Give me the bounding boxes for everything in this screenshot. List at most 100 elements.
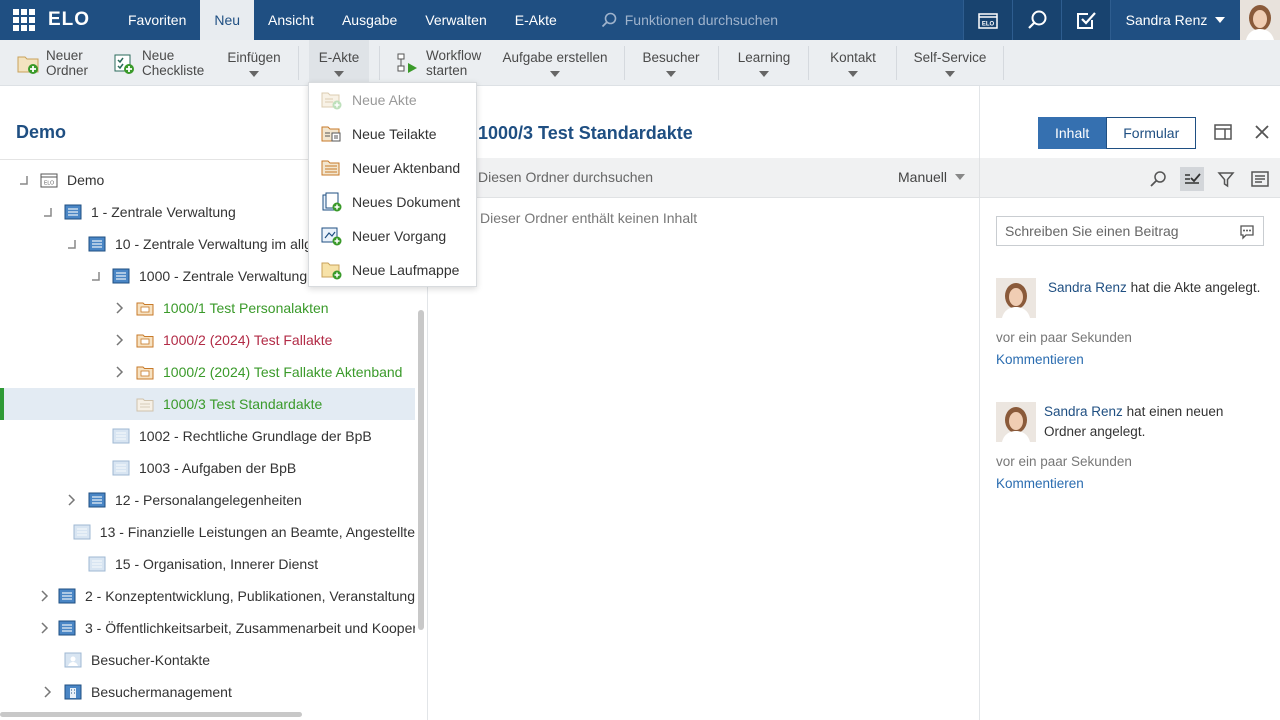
user-avatar[interactable] [1240,0,1280,40]
learning-dropdown[interactable]: Learning [732,40,796,86]
new-checklist-button[interactable]: Neue Checkliste [112,40,204,86]
menu-item[interactable]: Neuer Aktenband [309,151,476,185]
comment-link[interactable]: Kommentieren [996,352,1084,367]
tree-item[interactable]: 1000/1 Test Personalakten [0,292,415,324]
filter-icon[interactable] [1214,167,1238,191]
tab-formular[interactable]: Formular [1106,117,1197,149]
contacts-icon [64,652,82,668]
tree-item[interactable]: 12 - Personalangelegenheiten [0,484,415,516]
feed-user-link[interactable]: Sandra Renz [1044,404,1123,419]
collapse-icon[interactable] [88,268,104,284]
tab-ausgabe[interactable]: Ausgabe [328,0,411,40]
menu-item-label: Neuer Vorgang [352,228,447,244]
visitor-dropdown[interactable]: Besucher [638,40,704,86]
file-orange-icon [136,364,154,380]
tree-item[interactable]: 1002 - Rechtliche Grundlage der BpB [0,420,415,452]
workflow-icon [397,53,417,73]
chevron-right-icon[interactable] [40,684,56,700]
horizontal-scrollbar[interactable] [0,712,302,717]
collapse-icon[interactable] [64,236,80,252]
tab-inhalt[interactable]: Inhalt [1038,117,1107,149]
collapse-icon[interactable] [16,172,32,188]
menu-item[interactable]: Neues Dokument [309,185,476,219]
search-icon[interactable] [1146,167,1170,191]
menu-item[interactable]: Neuer Vorgang [309,219,476,253]
feed-text: Sandra Renz hat einen neuen Ordner angel… [1044,402,1244,442]
toolbar-divider [979,158,980,198]
details-panel-icon[interactable] [1248,167,1272,191]
new-folder-button[interactable]: Neuer Ordner [16,40,88,86]
layout-icon[interactable] [1214,124,1232,140]
tree-item[interactable]: 1000/2 (2024) Test Fallakte [0,324,415,356]
archive-icon: ELO [40,172,58,188]
vertical-scrollbar[interactable] [418,310,424,630]
feed-pane: Schreiben Sie einen Beitrag Sandra Renz … [980,198,1280,720]
tab-favoriten[interactable]: Favoriten [114,0,200,40]
close-icon[interactable] [1254,124,1270,140]
menu-item-label: Neue Teilakte [352,126,437,142]
feed-user-link[interactable]: Sandra Renz [1048,280,1127,295]
chevron-right-icon[interactable] [112,300,128,316]
new-checklist-icon [114,54,134,74]
self-service-dropdown[interactable]: Self-Service [910,40,990,86]
function-search[interactable]: Funktionen durchsuchen [601,12,961,28]
create-task-dropdown[interactable]: Aufgabe erstellen [500,40,610,86]
tree-item[interactable]: 2 - Konzeptentwicklung, Publikationen, V… [0,580,415,612]
tree-item[interactable]: 15 - Organisation, Innerer Dienst [0,548,415,580]
folder-light-icon [112,428,130,444]
folder-search-input[interactable]: Diesen Ordner durchsuchen [478,169,653,185]
tab-verwalten[interactable]: Verwalten [411,0,500,40]
eakte-menu: Neue Akte Neue Teilakte Neuer Aktenband Neu… [308,82,477,287]
search-button[interactable] [1012,0,1061,40]
user-menu[interactable]: Sandra Renz [1110,0,1240,40]
chevron-right-icon[interactable] [64,492,80,508]
workflow-label-2: starten [426,63,468,78]
tree-item-label: Besucher-Kontakte [91,652,211,668]
search-icon [1028,10,1047,29]
post-input[interactable]: Schreiben Sie einen Beitrag [996,216,1264,246]
insert-dropdown[interactable]: Einfügen [226,40,282,86]
ribbon-divider [379,46,380,80]
top-bar: ELO Favoriten Neu Ansicht Ausgabe Verwal… [0,0,1280,40]
speech-bubble-icon[interactable] [1239,224,1255,240]
tab-neu[interactable]: Neu [200,0,255,40]
tree-item-label: 1000/2 (2024) Test Fallakte [163,332,333,348]
chevron-right-icon[interactable] [112,364,128,380]
checklist-icon[interactable] [1180,167,1204,191]
ribbon-divider [808,46,809,80]
feed-text: Sandra Renz hat die Akte angelegt. [1048,278,1268,298]
tasks-button[interactable] [1061,0,1110,40]
menu-item[interactable]: Neue Teilakte [309,117,476,151]
elo-archive-icon: ELO [978,13,998,29]
start-workflow-button[interactable]: Workflow starten [396,40,481,86]
collapse-icon[interactable] [40,204,56,220]
comment-link[interactable]: Kommentieren [996,476,1084,491]
elo-archive-button[interactable]: ELO [963,0,1012,40]
tab-ansicht[interactable]: Ansicht [254,0,328,40]
tree-item-label: 1000/3 Test Standardakte [163,396,323,412]
tree-item[interactable]: 1000/3 Test Standardakte [0,388,415,420]
chevron-right-icon[interactable] [40,588,50,604]
tree-item-label: 13 - Finanzielle Leistungen an Beamte, A… [99,524,415,540]
ribbon-divider [624,46,625,80]
tree-item[interactable]: 1000/2 (2024) Test Fallakte Aktenband [0,356,415,388]
tree-item[interactable]: 3 - Öffentlichkeitsarbeit, Zusammenarbei… [0,612,415,644]
tree-item[interactable]: 1003 - Aufgaben der BpB [0,452,415,484]
menu-item[interactable]: Neue Laufmappe [309,253,476,287]
tree-item[interactable]: Besucher-Kontakte [0,644,415,676]
contact-dropdown[interactable]: Kontakt [822,40,884,86]
eakte-dropdown[interactable]: E-Akte [309,40,369,86]
chevron-right-icon[interactable] [112,332,128,348]
sort-dropdown[interactable]: Manuell [898,169,966,185]
folder-blue-icon [58,588,76,604]
tree-item[interactable]: Besuchermanagement [0,676,415,705]
tree-item-label: 1002 - Rechtliche Grundlage der BpB [139,428,372,444]
chevron-right-icon[interactable] [40,620,50,636]
app-launcher-icon[interactable] [0,0,48,40]
chevron-down-icon [666,70,676,77]
file-orange-icon [136,332,154,348]
tab-e-akte[interactable]: E-Akte [501,0,571,40]
insert-label: Einfügen [227,49,281,65]
tree-item[interactable]: 13 - Finanzielle Leistungen an Beamte, A… [0,516,415,548]
folder-blue-icon [64,204,82,220]
